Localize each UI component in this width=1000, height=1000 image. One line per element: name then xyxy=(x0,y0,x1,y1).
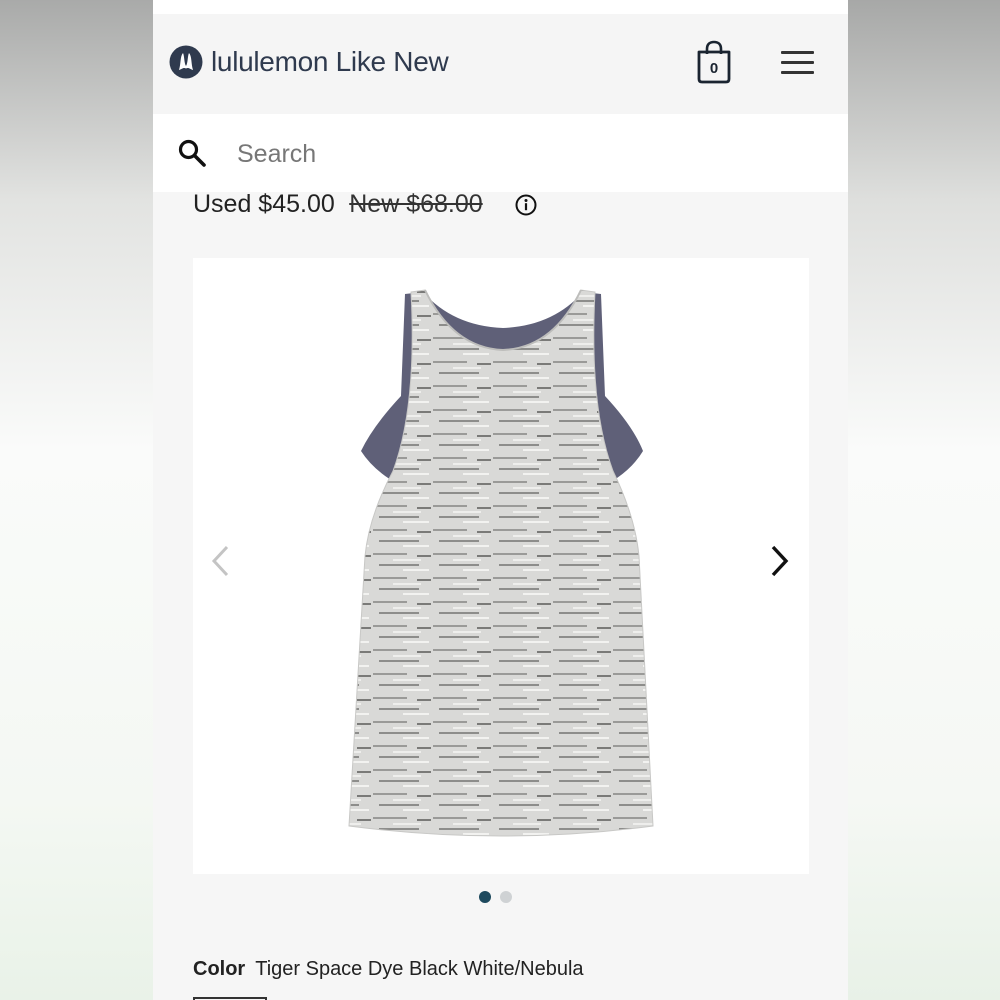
cart-button[interactable]: 0 xyxy=(695,39,733,85)
chevron-right-icon[interactable] xyxy=(767,543,791,579)
gallery-dot-2[interactable] xyxy=(500,891,512,903)
lululemon-logo-icon[interactable] xyxy=(169,45,203,79)
background-left xyxy=(0,0,153,1000)
gallery-dot-1[interactable] xyxy=(479,891,491,903)
used-price: Used $45.00 xyxy=(193,190,335,218)
hamburger-menu-icon xyxy=(781,51,814,54)
brand-name[interactable]: lululemon Like New xyxy=(211,45,449,79)
gallery-pagination xyxy=(479,890,521,904)
background-right xyxy=(848,0,1000,1000)
price-row: Used $45.00 New $68.00 xyxy=(193,190,537,224)
color-row: Color Tiger Space Dye Black White/Nebula xyxy=(193,958,584,981)
search-icon[interactable] xyxy=(177,138,207,168)
menu-button[interactable] xyxy=(779,49,817,77)
mobile-page: lululemon Like New 0 Used $45.00 New $68… xyxy=(153,0,848,1000)
top-strip xyxy=(153,0,848,14)
cart-count: 0 xyxy=(709,60,719,77)
new-price: New $68.00 xyxy=(349,190,483,218)
product-image[interactable] xyxy=(313,286,693,846)
color-label: Color xyxy=(193,958,246,980)
color-value: Tiger Space Dye Black White/Nebula xyxy=(255,958,584,980)
hamburger-menu-line xyxy=(781,71,814,74)
search-input[interactable] xyxy=(235,134,819,174)
hamburger-menu-line xyxy=(781,61,814,64)
product-gallery xyxy=(193,258,809,874)
search-bar xyxy=(153,114,848,192)
info-icon[interactable] xyxy=(515,194,537,216)
site-header: lululemon Like New 0 xyxy=(153,14,848,114)
chevron-left-icon[interactable] xyxy=(209,543,233,579)
